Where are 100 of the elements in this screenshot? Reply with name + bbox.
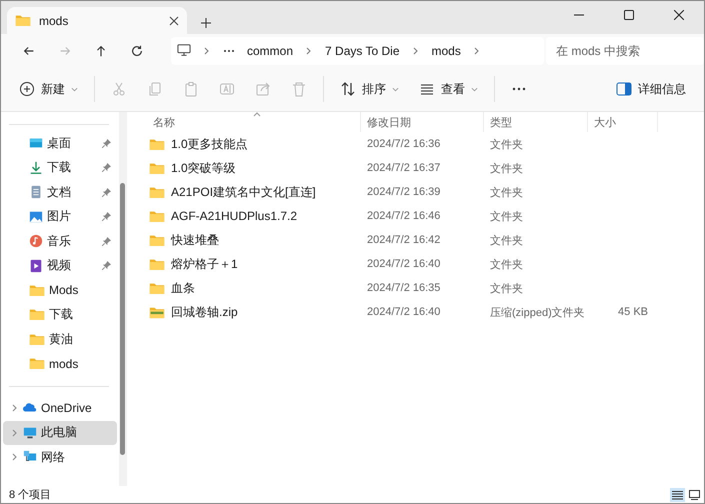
sidebar-item[interactable]: OneDrive (3, 396, 117, 420)
folder-icon (29, 357, 45, 370)
rename-icon (219, 81, 235, 97)
view-button[interactable]: 查看 (411, 73, 486, 105)
file-name[interactable]: 血条 (171, 280, 195, 296)
new-button[interactable]: 新建 (11, 73, 86, 105)
item-count: 8 个项目 (9, 488, 52, 502)
file-name[interactable]: 熔炉格子＋1 (171, 256, 238, 272)
caret-icon (471, 86, 478, 92)
column-header[interactable]: 名称 (133, 112, 361, 132)
chevron-icon[interactable] (412, 46, 420, 54)
date-cell-text: 2024/7/2 16:37 (366, 162, 442, 174)
chevron-icon[interactable] (11, 404, 19, 412)
pin-icon[interactable] (102, 138, 111, 148)
details-view-button[interactable] (670, 488, 685, 502)
type-cell-text: 文件夹 (489, 210, 524, 224)
type-cell-text: 文件夹 (489, 282, 524, 296)
cut-icon (111, 81, 127, 97)
details-pane-button[interactable]: 详细信息 (608, 73, 694, 105)
new-tab-icon[interactable] (201, 18, 211, 28)
size-cell-text: 45 KB (617, 306, 649, 318)
close-icon[interactable] (674, 10, 684, 20)
sort-icon (340, 81, 356, 97)
breadcrumb-item[interactable]: mods (432, 44, 461, 58)
tab[interactable]: mods (7, 7, 187, 34)
folder-icon (149, 258, 165, 270)
sidebar-item[interactable]: 视频 (3, 254, 117, 278)
sidebar-item[interactable]: 下载 (3, 156, 117, 180)
chevron-icon[interactable] (11, 453, 19, 462)
file-name[interactable]: AGF-A21HUDPlus1.7.2 (171, 209, 298, 223)
type-cell-text: 文件夹 (489, 162, 524, 176)
file-name[interactable]: 1.0突破等级 (171, 160, 236, 176)
breadcrumb-item[interactable]: 7 Days To Die (325, 44, 400, 58)
pin-icon[interactable] (102, 236, 111, 246)
details-pane-icon (616, 82, 632, 96)
type-cell-text: 文件夹 (489, 186, 524, 200)
file-name[interactable]: 1.0更多技能点 (171, 136, 248, 152)
folder-icon (149, 186, 165, 198)
pin-icon[interactable] (102, 188, 111, 197)
date-cell-text: 2024/7/2 16:40 (366, 258, 442, 270)
type-cell-text: 文件夹 (489, 138, 524, 152)
sidebar-item[interactable]: 音乐 (3, 229, 117, 254)
zip-folder-icon (149, 306, 165, 318)
chevron-icon[interactable] (203, 46, 211, 54)
pin-icon[interactable] (102, 163, 111, 172)
pin-icon[interactable] (102, 212, 111, 222)
share-icon (255, 81, 271, 97)
close-icon[interactable] (169, 16, 179, 26)
folder-icon (29, 308, 45, 322)
type-cell-text: 压缩(zipped)文件夹 (489, 306, 586, 320)
sidebar-item[interactable]: Mods (3, 278, 117, 302)
folder-icon (149, 138, 165, 150)
sidebar-item[interactable]: mods (3, 352, 117, 376)
tab-title: mods (39, 14, 70, 28)
date-cell-text: 2024/7/2 16:39 (366, 186, 442, 198)
sidebar-item[interactable]: 黄油 (3, 327, 117, 352)
file-name[interactable]: 快速堆叠 (171, 232, 219, 248)
tiles-view-button[interactable] (687, 488, 702, 502)
chevron-icon[interactable] (305, 46, 314, 54)
folder-icon (15, 14, 31, 27)
type-cell-text: 文件夹 (489, 258, 524, 272)
download-icon (29, 160, 43, 175)
sidebar-item[interactable]: 图片 (3, 204, 117, 229)
caret-icon (392, 86, 399, 92)
column-header[interactable]: 修改日期 (361, 112, 484, 132)
folder-icon (29, 332, 45, 346)
date-cell-text: 2024/7/2 16:35 (366, 282, 442, 294)
date-cell-text: 2024/7/2 16:40 (366, 306, 442, 318)
chevron-icon[interactable] (472, 46, 481, 54)
folder-icon (149, 282, 165, 294)
column-header[interactable]: 类型 (484, 112, 588, 132)
sidebar-item[interactable]: 桌面 (3, 131, 117, 156)
search-field[interactable]: 在 mods 中搜索 (546, 36, 704, 64)
tiles-view-icon (689, 490, 700, 500)
new-icon (19, 81, 35, 97)
date-cell-text: 2024/7/2 16:42 (366, 234, 442, 246)
list-view-icon (672, 490, 683, 500)
sidebar-item[interactable]: 此电脑 (3, 420, 117, 445)
breadcrumb-item[interactable]: common (247, 44, 294, 58)
more-icon (511, 87, 527, 91)
video-icon (29, 258, 43, 273)
desktop-icon (29, 136, 43, 150)
scrollbar-thumb[interactable] (120, 183, 125, 455)
maximize-icon[interactable] (624, 10, 634, 20)
sidebar-item[interactable]: 下载 (3, 302, 117, 327)
sidebar-item[interactable]: 文档 (3, 180, 117, 204)
sidebar-item[interactable]: 网络 (3, 445, 117, 470)
sort-button[interactable]: 排序 (332, 73, 407, 105)
more-icon[interactable] (223, 48, 235, 52)
computer-icon (23, 426, 37, 440)
folder-icon (149, 210, 165, 222)
computer-icon[interactable] (177, 44, 191, 57)
column-header[interactable]: 大小 (588, 112, 658, 132)
date-cell-text: 2024/7/2 16:46 (366, 210, 442, 222)
chevron-icon[interactable] (11, 428, 19, 437)
type-cell-text: 文件夹 (489, 234, 524, 248)
pin-icon[interactable] (102, 261, 111, 270)
file-name[interactable]: 回城卷轴.zip (171, 304, 238, 320)
file-name[interactable]: A21POI建筑名中文化[直连] (171, 184, 316, 200)
folder-icon (149, 162, 165, 174)
